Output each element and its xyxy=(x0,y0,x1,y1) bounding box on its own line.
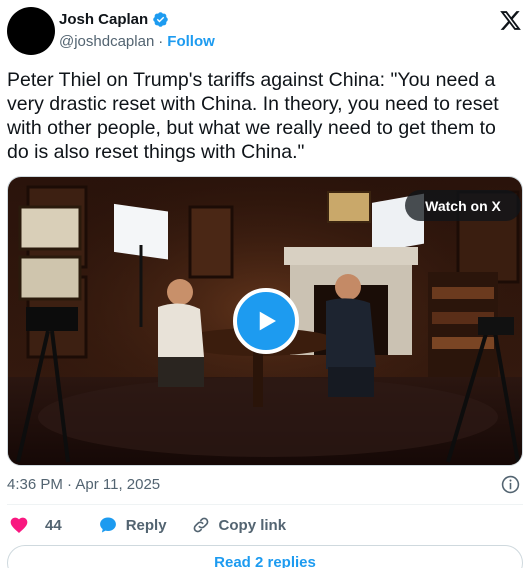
like-button[interactable]: 44 xyxy=(9,515,62,535)
author-handle-row: @joshdcaplan · Follow xyxy=(59,33,215,50)
tweet-header: Josh Caplan @joshdcaplan · Follow xyxy=(0,0,532,60)
reply-bubble-icon xyxy=(99,517,116,533)
tweet-actions: 44 Reply Copy link xyxy=(9,514,286,536)
divider xyxy=(7,504,523,505)
author-handle[interactable]: @joshdcaplan xyxy=(59,33,154,50)
author-name-row: Josh Caplan xyxy=(59,11,169,28)
author-display-name[interactable]: Josh Caplan xyxy=(59,11,148,28)
tweet-timestamp[interactable]: 4:36 PM · Apr 11, 2025 xyxy=(7,476,160,493)
separator-dot: · xyxy=(158,33,164,50)
play-button[interactable] xyxy=(233,288,299,354)
copy-link-label: Copy link xyxy=(218,516,287,534)
read-replies-button[interactable]: Read 2 replies xyxy=(7,545,523,568)
tweet-text: Peter Thiel on Trump's tariffs against C… xyxy=(7,69,499,163)
like-count: 44 xyxy=(45,516,62,534)
copy-link-button[interactable]: Copy link xyxy=(191,515,287,535)
x-logo-icon[interactable] xyxy=(499,9,522,32)
avatar[interactable] xyxy=(7,7,55,55)
reply-button[interactable]: Reply xyxy=(98,515,167,535)
info-icon[interactable] xyxy=(501,475,520,494)
heart-icon xyxy=(10,517,28,533)
video-media[interactable]: Watch on X xyxy=(7,176,523,466)
watch-on-x-button[interactable]: Watch on X xyxy=(405,190,521,221)
link-icon xyxy=(193,517,208,533)
play-icon xyxy=(259,311,276,331)
verified-badge-icon xyxy=(153,12,168,27)
follow-button[interactable]: Follow xyxy=(167,33,215,50)
reply-label: Reply xyxy=(125,516,167,534)
